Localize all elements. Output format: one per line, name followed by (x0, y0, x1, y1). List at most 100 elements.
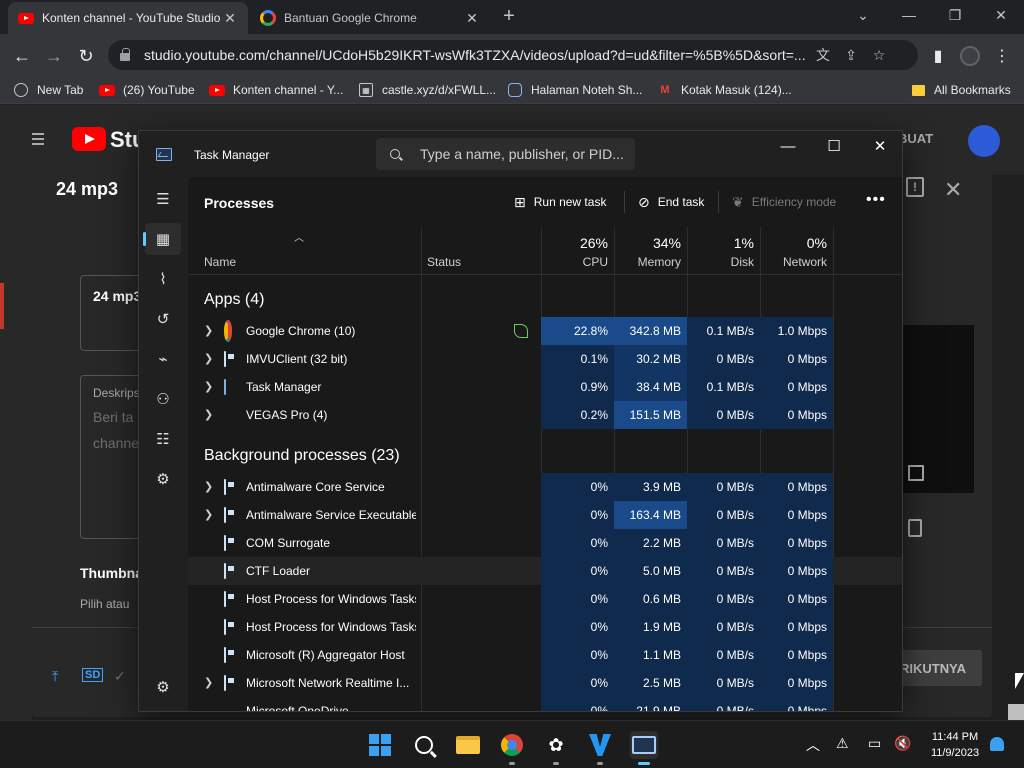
more-options-icon[interactable]: ••• (866, 191, 886, 209)
table-row[interactable]: Host Process for Windows Tasks 0% 1.9 MB 0 … (188, 613, 902, 641)
close-icon[interactable]: ✕ (222, 10, 238, 27)
table-row[interactable]: ❯ VEGAS Pro (4) 0.2% 151.5 MB 0 MB/s 0 Mbps (188, 401, 902, 429)
run-new-task-button[interactable]: ⊞ Run new task (514, 191, 606, 213)
performance-icon[interactable]: ⌇ (145, 263, 181, 295)
channel-avatar[interactable] (968, 125, 1000, 157)
bookmark-youtube[interactable]: (26) YouTube (99, 81, 195, 99)
bookmark-new-tab[interactable]: New Tab (14, 81, 83, 99)
menu-kebab-icon[interactable]: ⋮ (988, 42, 1016, 70)
minimize-button[interactable]: — (765, 131, 811, 161)
table-row[interactable]: ❯ Task Manager 0.9% 38.4 MB 0.1 MB/s 0 Mbps (188, 373, 902, 401)
share-icon[interactable]: ⇪ (837, 47, 865, 64)
task-manager-icon (224, 379, 240, 395)
users-icon[interactable]: ⚇ (145, 383, 181, 415)
end-task-button[interactable]: ⊘ End task (638, 191, 704, 213)
process-search-input[interactable]: Type a name, publisher, or PID... (376, 138, 635, 170)
details-icon[interactable]: ☷ (145, 423, 181, 455)
task-manager-button[interactable] (630, 731, 658, 765)
bookmark-castle[interactable]: ▦ castle.xyz/d/xFWLL... (359, 81, 496, 99)
new-tab-button[interactable]: + (498, 6, 520, 28)
table-row[interactable]: ❯ Antimalware Core Service 0% 3.9 MB 0 MB/s 0… (188, 473, 902, 501)
column-network[interactable]: 0% Network (760, 227, 833, 275)
file-explorer-button[interactable] (454, 731, 482, 759)
column-label: CPU (582, 255, 608, 269)
cpu-value: 0% (541, 473, 614, 501)
chrome-icon (224, 320, 240, 342)
chevron-right-icon[interactable]: ❯ (204, 480, 213, 493)
hamburger-menu-icon[interactable]: ☰ (145, 183, 181, 215)
lock-icon[interactable] (120, 48, 130, 61)
startup-apps-icon[interactable]: ⌁ (145, 343, 181, 375)
cpu-value: 0% (541, 501, 614, 529)
start-button[interactable] (366, 731, 394, 759)
table-row[interactable]: Host Process for Windows Tasks 0% 0.6 MB 0 … (188, 585, 902, 613)
chevron-right-icon[interactable]: ❯ (204, 508, 213, 521)
task-manager-window: Task Manager Type a name, publisher, or … (138, 130, 903, 712)
copy-icon[interactable] (908, 519, 922, 537)
close-window-button[interactable]: ✕ (978, 0, 1024, 30)
table-row[interactable]: Microsoft OneDrive 0% 21.9 MB 0 MB/s 0 Mbps (188, 697, 902, 711)
search-button[interactable] (410, 731, 438, 759)
all-bookmarks[interactable]: All Bookmarks (912, 81, 1011, 99)
display-icon[interactable]: ▭ (868, 735, 881, 752)
services-icon[interactable]: ⚙ (145, 463, 181, 495)
chevron-right-icon[interactable]: ❯ (204, 380, 213, 393)
vegas-button[interactable] (586, 731, 614, 765)
chevron-right-icon[interactable]: ❯ (204, 324, 213, 337)
forward-button[interactable]: → (40, 42, 68, 70)
column-memory[interactable]: 34% Memory (614, 227, 687, 275)
table-row[interactable]: ❯ Microsoft Network Realtime I... 0% 2.5 MB… (188, 669, 902, 697)
chevron-right-icon[interactable]: ❯ (204, 352, 213, 365)
close-icon[interactable]: ✕ (944, 177, 962, 203)
notification-bell-icon[interactable] (990, 737, 1004, 751)
chevron-up-icon[interactable]: ︿ (806, 735, 820, 755)
url-text[interactable]: studio.youtube.com/channel/UCdoH5b29IKRT… (144, 47, 809, 63)
bookmark-konten-channel[interactable]: Konten channel - Y... (209, 81, 343, 99)
table-row[interactable]: ❯ Google Chrome (10) 22.8% 342.8 MB 0.1 MB/s… (188, 317, 902, 345)
column-status[interactable]: Status (421, 227, 541, 275)
table-row[interactable]: CTF Loader 0% 5.0 MB 0 MB/s 0 Mbps (188, 557, 902, 585)
network-icon[interactable]: ⚠ (836, 735, 849, 752)
minimize-button[interactable]: — (886, 0, 932, 30)
column-label: Network (782, 255, 827, 269)
app-history-icon[interactable]: ↺ (145, 303, 181, 335)
close-icon[interactable]: ✕ (464, 10, 480, 27)
create-button[interactable]: BUAT (898, 131, 933, 146)
table-row[interactable]: COM Surrogate 0% 2.2 MB 0 MB/s 0 Mbps (188, 529, 902, 557)
chevron-right-icon[interactable]: ❯ (204, 408, 213, 421)
table-row[interactable]: Microsoft (R) Aggregator Host 0% 1.1 MB 0 M… (188, 641, 902, 669)
column-disk[interactable]: 1% Disk (687, 227, 760, 275)
fullscreen-icon[interactable] (908, 465, 924, 481)
chevron-right-icon[interactable]: ❯ (204, 676, 213, 689)
system-clock[interactable]: 11:44 PM 11/9/2023 (918, 729, 992, 761)
bookmark-discord[interactable]: Halaman Noteh Sh... (508, 81, 642, 99)
processes-icon[interactable]: ▦ (143, 223, 181, 255)
bookmark-gmail[interactable]: M Kotak Masuk (124)... (658, 81, 791, 99)
reload-button[interactable]: ↻ (72, 42, 100, 70)
column-cpu[interactable]: 26% CPU (541, 227, 614, 275)
bookmark-star-icon[interactable]: ☆ (865, 47, 893, 64)
tab-chrome-help[interactable]: Bantuan Google Chrome ✕ (250, 2, 490, 34)
volume-muted-icon[interactable]: 🔇 (894, 735, 911, 752)
restore-button[interactable]: ❐ (932, 0, 978, 30)
chrome-button[interactable] (498, 731, 526, 765)
network-value: 0 Mbps (760, 401, 833, 429)
table-row[interactable]: ❯ Antimalware Service Executable 0% 163.4 M… (188, 501, 902, 529)
thumbnail-hint: Pilih atau (80, 597, 130, 611)
back-button[interactable]: ← (8, 42, 36, 70)
side-panel-icon[interactable]: ▮ (924, 42, 952, 70)
tab-search-icon[interactable]: ⌄ (840, 0, 886, 30)
close-button[interactable]: ✕ (857, 131, 902, 161)
efficiency-mode-button[interactable]: ❦ Efficiency mode (732, 191, 836, 213)
imvu-button[interactable]: ✿ (542, 731, 570, 765)
maximize-button[interactable]: ☐ (811, 131, 857, 161)
profile-avatar[interactable] (956, 42, 984, 70)
address-bar[interactable]: studio.youtube.com/channel/UCdoH5b29IKRT… (108, 40, 918, 70)
column-name[interactable]: Name (188, 227, 421, 275)
youtube-logo[interactable] (72, 127, 106, 151)
feedback-icon[interactable]: ! (906, 177, 924, 197)
table-row[interactable]: ❯ IMVUClient (32 bit) 0.1% 30.2 MB 0 MB/s 0 M… (188, 345, 902, 373)
settings-icon[interactable]: ⚙ (145, 671, 181, 703)
tab-youtube-studio[interactable]: Konten channel - YouTube Studio ✕ (8, 2, 248, 34)
translate-icon[interactable]: 文 (809, 45, 837, 65)
